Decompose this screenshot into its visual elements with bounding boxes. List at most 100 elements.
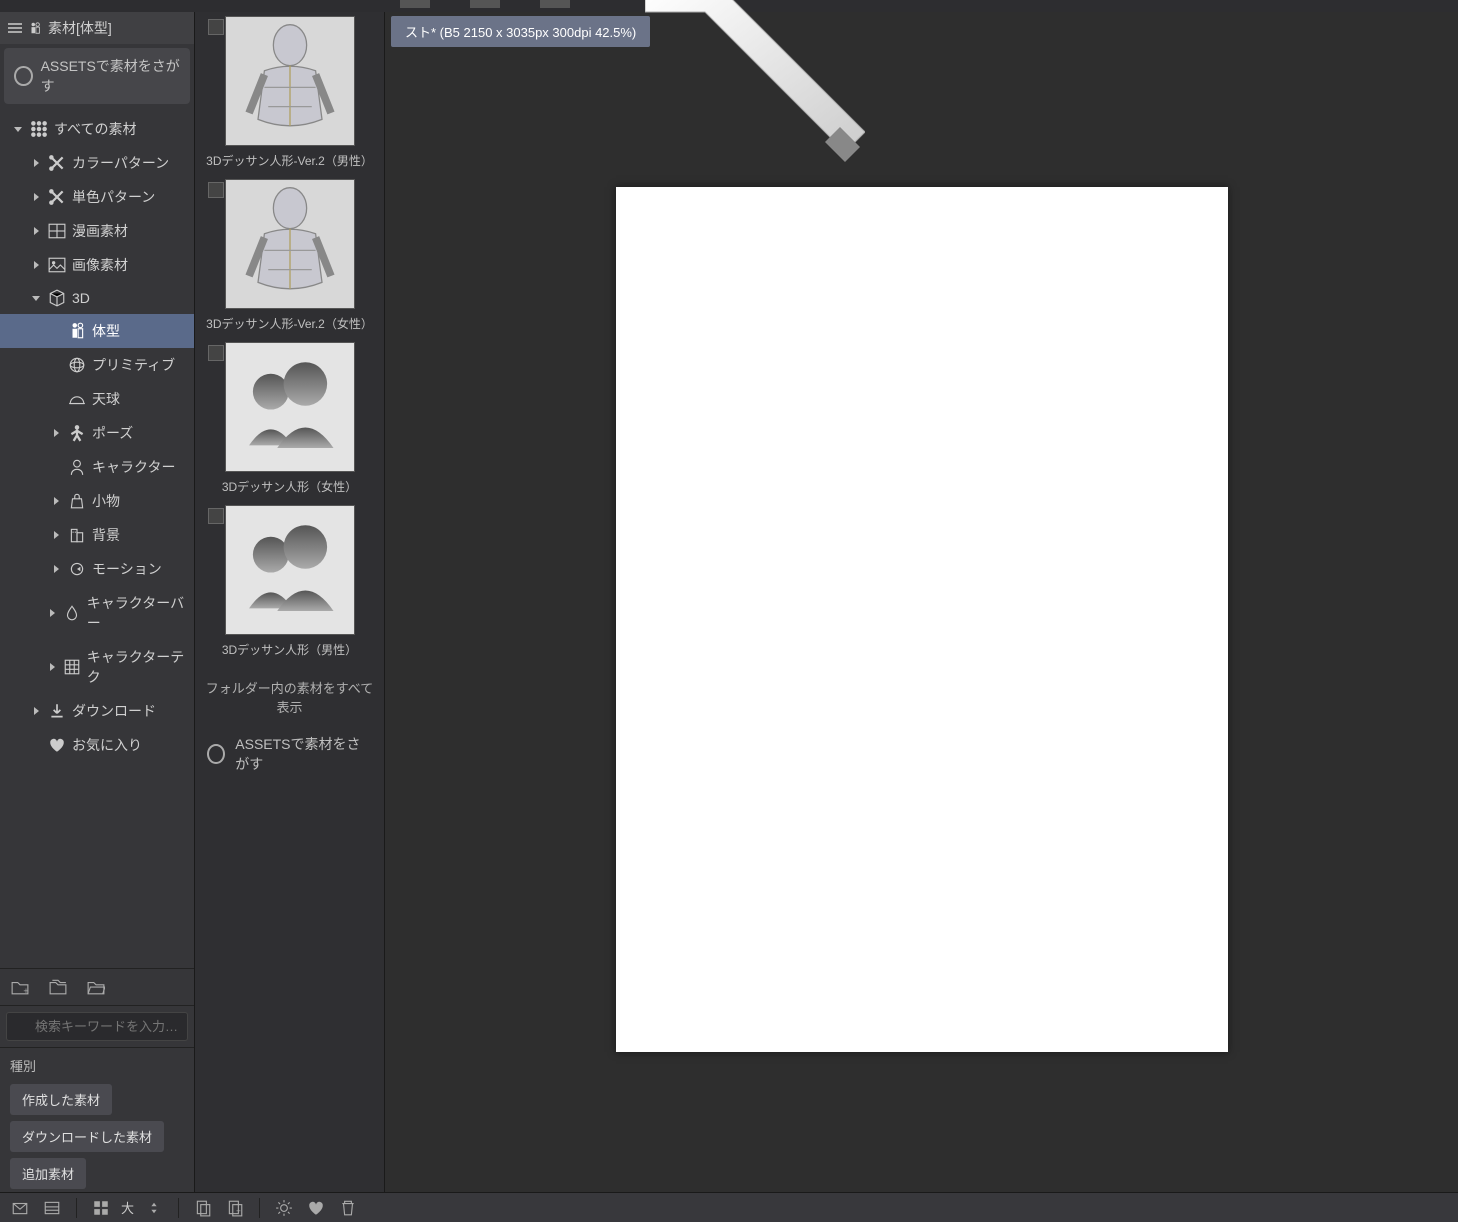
asset-card[interactable]: 3Dデッサン人形-Ver.2（男性） xyxy=(199,16,380,169)
asset-card[interactable]: 3Dデッサン人形-Ver.2（女性） xyxy=(199,179,380,332)
asset-label: 3Dデッサン人形（男性） xyxy=(199,641,380,658)
stepper-icon[interactable] xyxy=(142,1196,166,1220)
tree-label: 体型 xyxy=(92,321,120,341)
caret-icon[interactable] xyxy=(52,530,62,540)
document-tab[interactable]: スト* (B5 2150 x 3035px 300dpi 42.5%) xyxy=(391,16,650,47)
material-tree: すべての素材 カラーパターン 単色パターン 漫画素材 画像素材 xyxy=(0,108,194,968)
scissors-icon xyxy=(48,154,66,172)
paste-icon[interactable] xyxy=(191,1196,215,1220)
canvas-viewport[interactable] xyxy=(385,47,1458,1192)
tree-background[interactable]: 背景 xyxy=(0,518,194,552)
caret-icon[interactable] xyxy=(32,260,42,270)
trash-icon[interactable] xyxy=(336,1196,360,1220)
caret-icon[interactable] xyxy=(48,608,57,618)
tree-motion[interactable]: モーション xyxy=(0,552,194,586)
list-view-icon[interactable] xyxy=(40,1196,64,1220)
svg-text:+: + xyxy=(23,986,28,996)
folder-toolbar: + xyxy=(0,968,194,1005)
caret-icon[interactable] xyxy=(52,428,62,438)
toolbar-stub[interactable] xyxy=(540,0,570,8)
asset-checkbox[interactable] xyxy=(208,19,224,35)
dome-icon xyxy=(68,390,86,408)
tree-primitive[interactable]: プリミティブ xyxy=(0,348,194,382)
tree-manga[interactable]: 漫画素材 xyxy=(0,214,194,248)
open-folder-button[interactable] xyxy=(84,975,108,999)
duplicate-folder-button[interactable] xyxy=(46,975,70,999)
toolbar-stub[interactable] xyxy=(400,0,430,8)
grid-view-icon[interactable] xyxy=(89,1196,113,1220)
pose-icon xyxy=(68,424,86,442)
tree-all-materials[interactable]: すべての素材 xyxy=(0,112,194,146)
asset-card[interactable]: 3Dデッサン人形（女性） xyxy=(199,342,380,495)
tree-character-bar[interactable]: キャラクターバー xyxy=(0,586,194,640)
favorite-icon[interactable] xyxy=(304,1196,328,1220)
filter-label: 種別 xyxy=(10,1056,184,1075)
search-field-wrap xyxy=(6,1012,188,1041)
bag-icon xyxy=(68,492,86,510)
sphere-icon xyxy=(68,356,86,374)
asset-thumbnail[interactable] xyxy=(225,179,355,309)
motion-icon xyxy=(68,560,86,578)
asset-label: 3Dデッサン人形-Ver.2（男性） xyxy=(199,152,380,169)
settings-icon[interactable] xyxy=(272,1196,296,1220)
inbox-icon[interactable] xyxy=(8,1196,32,1220)
scissors-icon xyxy=(48,188,66,206)
caret-icon[interactable] xyxy=(52,564,62,574)
tree-body-type[interactable]: 体型 xyxy=(0,314,194,348)
assets-search-button[interactable]: ASSETSで素材をさがす xyxy=(4,48,190,104)
download-icon xyxy=(48,702,66,720)
caret-icon[interactable] xyxy=(32,192,42,202)
menu-icon[interactable] xyxy=(8,23,22,33)
tree-label: モーション xyxy=(92,559,162,579)
assets-footer-button[interactable]: ASSETSで素材をさがす xyxy=(199,726,380,782)
asset-card[interactable]: 3Dデッサン人形（男性） xyxy=(199,505,380,658)
toolbar-stub[interactable] xyxy=(470,0,500,8)
tree-label: 天球 xyxy=(92,389,120,409)
asset-checkbox[interactable] xyxy=(208,508,224,524)
caret-icon[interactable] xyxy=(48,662,57,672)
show-all-link[interactable]: フォルダー内の素材をすべて表示 xyxy=(199,668,380,726)
cube-icon xyxy=(48,289,66,307)
caret-icon[interactable] xyxy=(32,293,42,303)
caret-icon[interactable] xyxy=(32,158,42,168)
frame-icon xyxy=(48,222,66,240)
asset-checkbox[interactable] xyxy=(208,182,224,198)
tree-character-tech[interactable]: キャラクターテク xyxy=(0,640,194,694)
asset-checkbox[interactable] xyxy=(208,345,224,361)
canvas-area: スト* (B5 2150 x 3035px 300dpi 42.5%) xyxy=(385,12,1458,1192)
tree-label: キャラクターバー xyxy=(87,593,186,633)
heart-icon xyxy=(48,736,66,754)
canvas-page[interactable] xyxy=(616,187,1228,1052)
tree-3d[interactable]: 3D xyxy=(0,282,194,314)
tree-label: プリミティブ xyxy=(92,355,175,375)
tree-label: 背景 xyxy=(92,525,120,545)
new-folder-button[interactable]: + xyxy=(8,975,32,999)
filter-additional[interactable]: 追加素材 xyxy=(10,1158,86,1189)
caret-icon[interactable] xyxy=(32,226,42,236)
caret-icon[interactable] xyxy=(52,496,62,506)
tree-props[interactable]: 小物 xyxy=(0,484,194,518)
texture-icon xyxy=(63,658,81,676)
asset-thumbnail[interactable] xyxy=(225,16,355,146)
caret-icon[interactable] xyxy=(32,706,42,716)
tree-sky[interactable]: 天球 xyxy=(0,382,194,416)
asset-thumbnail-list: 3Dデッサン人形-Ver.2（男性） 3Dデッサン人形-Ver.2（女性） 3D… xyxy=(195,12,385,1192)
view-size-label: 大 xyxy=(121,1198,134,1217)
filter-downloaded[interactable]: ダウンロードした素材 xyxy=(10,1121,164,1152)
tree-pose[interactable]: ポーズ xyxy=(0,416,194,450)
asset-thumbnail[interactable] xyxy=(225,342,355,472)
tree-mono-pattern[interactable]: 単色パターン xyxy=(0,180,194,214)
search-input[interactable] xyxy=(6,1012,188,1041)
tree-image[interactable]: 画像素材 xyxy=(0,248,194,282)
assets-search-label: ASSETSで素材をさがす xyxy=(41,56,180,96)
asset-thumbnail[interactable] xyxy=(225,505,355,635)
filter-created[interactable]: 作成した素材 xyxy=(10,1084,112,1115)
person-icon xyxy=(68,458,86,476)
caret-icon[interactable] xyxy=(14,124,24,134)
tree-label: お気に入り xyxy=(72,735,142,755)
tree-character[interactable]: キャラクター xyxy=(0,450,194,484)
paste-stack-icon[interactable]: + xyxy=(223,1196,247,1220)
tree-favorite[interactable]: お気に入り xyxy=(0,728,194,762)
tree-color-pattern[interactable]: カラーパターン xyxy=(0,146,194,180)
tree-download[interactable]: ダウンロード xyxy=(0,694,194,728)
